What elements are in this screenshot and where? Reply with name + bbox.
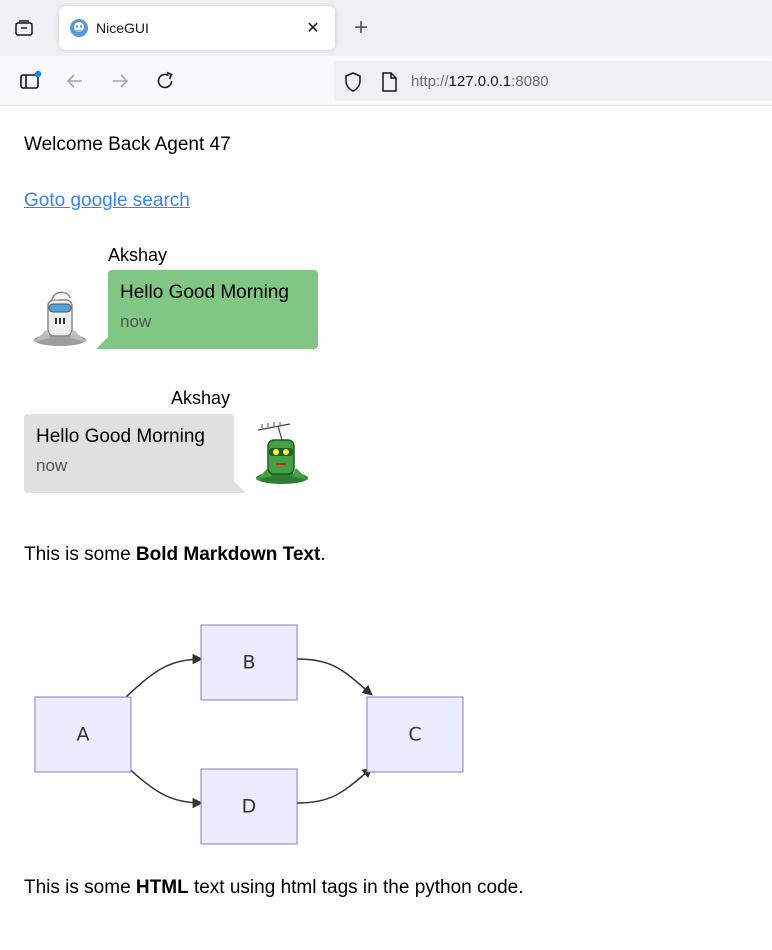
tab-bar: NiceGUI ✕ +: [0, 0, 772, 56]
shield-icon[interactable]: [342, 71, 364, 93]
tab-list-button[interactable]: [6, 10, 42, 46]
welcome-label: Welcome Back Agent 47: [24, 134, 231, 155]
html-text-before: This is some: [24, 877, 136, 898]
page-info-icon[interactable]: [378, 71, 400, 93]
html-bold-text: HTML: [135, 877, 189, 898]
message-stamp: now: [36, 456, 68, 475]
markdown-text-after: .: [320, 544, 326, 565]
nicegui-favicon-icon: [70, 19, 88, 37]
received-message-bubble: Hello Good Morning now: [24, 414, 246, 493]
sent-message-bubble: Hello Good Morning now: [96, 270, 318, 349]
edge-a-d: [125, 765, 204, 809]
markdown-bold-text: Bold Markdown Text: [135, 544, 321, 565]
message-text: Hello Good Morning: [36, 426, 205, 447]
node-b-label: B: [242, 652, 255, 674]
forward-button[interactable]: [104, 65, 136, 97]
url-host: 127.0.0.1: [448, 73, 512, 90]
html-text: This is some HTML text using html tags i…: [24, 877, 524, 899]
node-a-label: A: [77, 724, 90, 746]
navigation-bar: http://127.0.0.1:8080: [0, 56, 772, 106]
close-tab-icon[interactable]: ✕: [299, 14, 327, 42]
url-text[interactable]: http://127.0.0.1:8080: [411, 73, 549, 90]
reload-icon: [157, 71, 173, 89]
edge-d-c: [296, 767, 373, 804]
node-c-label: C: [408, 724, 421, 746]
active-tab[interactable]: NiceGUI ✕: [59, 6, 335, 50]
chat-sender-name: Akshay: [171, 388, 231, 408]
html-text-after: text using html tags in the python code.: [188, 877, 524, 898]
back-button[interactable]: [59, 65, 91, 97]
robot-avatar-icon: [256, 422, 308, 484]
arrow-right-icon: [113, 74, 129, 88]
chat-sender-name: Akshay: [108, 245, 168, 265]
page-content: Welcome Back Agent 47 Goto google search…: [0, 106, 772, 950]
markdown-text: This is some Bold Markdown Text.: [24, 544, 326, 566]
url-port: :8080: [511, 73, 549, 90]
reload-button[interactable]: [149, 65, 181, 97]
google-search-link[interactable]: Goto google search: [24, 190, 190, 212]
arrow-left-icon: [66, 74, 82, 88]
sidebar-icon: [20, 70, 42, 89]
new-tab-plus-icon[interactable]: +: [346, 13, 376, 43]
sidebar-toggle-button[interactable]: [14, 65, 46, 97]
tab-list-icon: [15, 20, 33, 36]
url-scheme: http://: [411, 73, 449, 90]
robot-avatar-icon: [34, 291, 86, 346]
message-text: Hello Good Morning: [120, 282, 289, 303]
message-stamp: now: [120, 312, 152, 331]
url-bar[interactable]: http://127.0.0.1:8080: [334, 61, 772, 101]
tab-title: NiceGUI: [96, 20, 149, 36]
node-d-label: D: [242, 796, 257, 818]
markdown-text-before: This is some: [24, 544, 136, 565]
edge-a-b: [125, 653, 204, 698]
mermaid-diagram: A B C D: [34, 624, 464, 845]
edge-b-c: [296, 658, 373, 696]
